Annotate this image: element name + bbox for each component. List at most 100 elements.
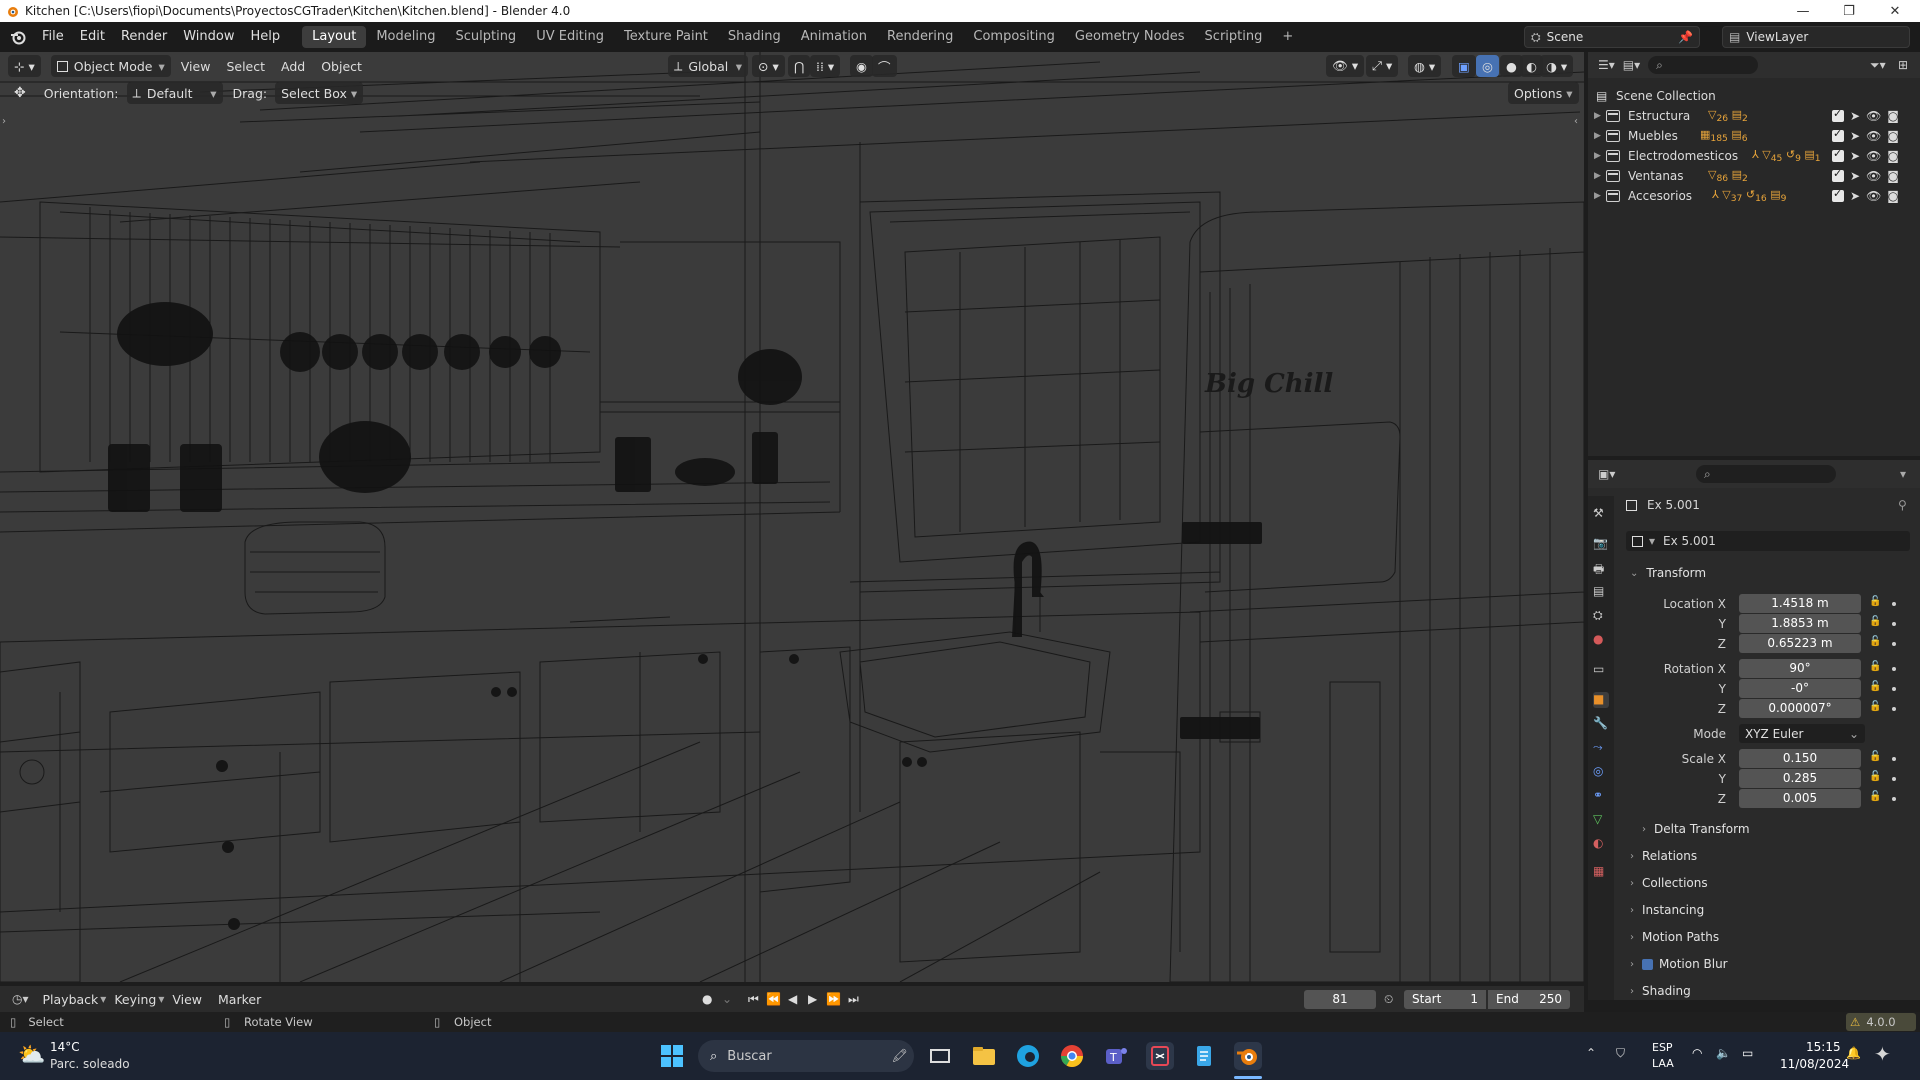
viewport-3d[interactable]: Big Chill ⊹ ▾ Object Mode ▾ View Select … [0,52,1584,982]
instancing-header[interactable]: › Instancing [1630,899,1910,921]
next-keyframe-icon[interactable]: ⏩ [826,992,841,1006]
copilot-icon[interactable]: ✦ [1874,1042,1891,1066]
minimize-button[interactable]: — [1780,0,1826,22]
filter-icon[interactable]: ⏷▾ [1870,58,1886,73]
xray-toggle[interactable]: ▣ [1452,55,1476,77]
motion-paths-header[interactable]: › Motion Paths [1630,926,1910,948]
tab-shading[interactable]: Shading [718,26,791,48]
play-icon[interactable]: ▶ [808,992,817,1006]
weather-temperature[interactable]: 14°C [50,1040,80,1054]
select-arrow-icon[interactable]: ➤ [1850,189,1860,203]
modifier-tab-icon[interactable]: 🔧 [1593,716,1609,732]
constraints-tab-icon[interactable]: ⚭ [1593,788,1609,804]
menu-file[interactable]: File [34,26,72,48]
display-mode-icon[interactable]: ▤▾ [1623,58,1640,72]
lock-icon[interactable]: 🔓 [1869,636,1881,647]
rotation-y-field[interactable]: -0° [1739,679,1861,698]
lock-icon[interactable]: 🔓 [1869,771,1881,782]
overlays-toggle[interactable]: ◍ ▾ [1408,55,1442,77]
chrome-browser-icon[interactable] [1058,1042,1086,1070]
outliner-search-input[interactable]: ⌕ [1648,56,1759,74]
lock-icon[interactable]: 🔓 [1869,681,1881,692]
exclude-checkbox[interactable] [1832,187,1844,202]
tab-layout[interactable]: Layout [302,26,367,48]
blender-menu-icon[interactable] [10,29,26,45]
lock-icon[interactable]: 🔓 [1869,596,1881,607]
wifi-icon[interactable]: ◠ [1692,1046,1702,1060]
outliner-collection-row[interactable]: ▶ Electrodomesticos ⅄ ▽45 ↺9 ▤1 ➤ 👁 ◙ [1588,146,1920,166]
rotation-x-field[interactable]: 90° [1739,659,1861,678]
outliner-collection-row[interactable]: ▶ Ventanas ▽86 ▤2 ➤ 👁 ◙ [1588,166,1920,186]
keyframe-dot-icon[interactable] [1892,622,1896,626]
outliner-collection-row[interactable]: ▶ Accesorios ⅄ ▽37 ↺16 ▤9 ➤ 👁 ◙ [1588,186,1920,206]
rotation-mode-select[interactable]: XYZ Euler ⌄ [1739,724,1865,743]
pivot-point-button[interactable]: ⊙ ▾ [752,55,785,77]
select-arrow-icon[interactable]: ➤ [1850,129,1860,143]
expand-arrow-icon[interactable]: ▶ [1594,151,1606,161]
jump-start-icon[interactable]: ⏮ [748,992,759,1007]
sidebar-toggle-icon[interactable]: ‹ [1574,116,1578,127]
weather-icon[interactable]: ⛅ [18,1043,45,1068]
language-bottom[interactable]: LAA [1652,1057,1674,1070]
exclude-checkbox[interactable] [1832,107,1844,122]
lock-icon[interactable]: 🔓 [1869,661,1881,672]
eye-icon[interactable]: 👁 [1866,109,1881,123]
outliner-editor-icon[interactable]: ☰▾ [1598,58,1615,72]
tab-uv-editing[interactable]: UV Editing [526,26,614,48]
drag-selector[interactable]: Select Box ▾ [275,82,364,104]
data-tab-icon[interactable]: ▽ [1593,812,1609,828]
collections-header[interactable]: › Collections [1630,872,1910,894]
camera-icon[interactable]: ◙ [1887,129,1899,143]
lock-icon[interactable]: 🔓 [1869,701,1881,712]
snap-toggle[interactable]: ⋂ [788,55,811,77]
location-y-field[interactable]: 1.8853 m [1739,614,1861,633]
weather-description[interactable]: Parc. soleado [50,1057,130,1071]
lock-icon[interactable]: 🔓 [1869,616,1881,627]
menu-select[interactable]: Select [218,59,273,74]
keyframe-dot-icon[interactable] [1892,687,1896,691]
blender-taskbar-icon[interactable] [1234,1042,1262,1070]
current-frame-field[interactable]: 81 [1304,989,1376,1009]
preview-range-icon[interactable]: ⏲ [1384,992,1393,1007]
scale-x-field[interactable]: 0.150 [1739,749,1861,768]
eye-icon[interactable]: 👁 [1866,189,1881,203]
output-tab-icon[interactable]: 🖶 [1593,560,1609,576]
timeline-editor-icon[interactable]: ◷▾ [12,992,29,1006]
select-arrow-icon[interactable]: ➤ [1850,169,1860,183]
security-shield-icon[interactable]: ⛉ [1616,1046,1625,1061]
keyframe-dot-icon[interactable] [1892,777,1896,781]
proportional-edit-button[interactable]: ◉ [850,55,873,77]
expand-arrow-icon[interactable]: ▶ [1594,191,1606,201]
task-view-icon[interactable] [926,1042,954,1070]
battery-icon[interactable]: ▭ [1742,1046,1753,1060]
world-tab-icon[interactable]: ● [1593,632,1609,648]
menu-view[interactable]: View [173,59,219,74]
visibility-button[interactable]: 👁 ▾ [1326,55,1365,77]
particles-tab-icon[interactable]: ⤳ [1593,740,1609,756]
keyframe-dot-icon[interactable] [1892,757,1896,761]
camera-icon[interactable]: ◙ [1887,189,1899,203]
tab-geometry-nodes[interactable]: Geometry Nodes [1065,26,1195,48]
pin-icon[interactable]: ⚲ [1898,498,1907,512]
menu-edit[interactable]: Edit [72,26,113,48]
edge-browser-icon[interactable] [1014,1042,1042,1070]
object-tab-icon[interactable]: ■ [1593,692,1609,708]
location-z-field[interactable]: 0.65223 m [1739,634,1861,653]
play-reverse-icon[interactable]: ◀ [788,992,797,1006]
tab-rendering[interactable]: Rendering [877,26,963,48]
tab-sculpting[interactable]: Sculpting [445,26,526,48]
menu-keying[interactable]: Keying [106,992,164,1007]
tab-texture-paint[interactable]: Texture Paint [614,26,718,48]
camera-icon[interactable]: ◙ [1887,109,1899,123]
physics-tab-icon[interactable]: ◎ [1593,764,1609,780]
language-top[interactable]: ESP [1652,1041,1673,1054]
rotation-z-field[interactable]: 0.000007° [1739,699,1861,718]
eye-icon[interactable]: 👁 [1866,129,1881,143]
transform-orientation-selector[interactable]: ⟂ Global ▾ [668,55,748,77]
start-frame-field[interactable]: Start 1 [1404,989,1486,1009]
clock-time[interactable]: 15:15 [1806,1040,1841,1054]
properties-search-input[interactable]: ⌕ [1696,465,1836,483]
shading-wireframe-button[interactable]: ◎ [1476,55,1499,77]
object-datablock-field[interactable]: ▾ Ex 5.001 [1626,531,1910,551]
menu-marker[interactable]: Marker [210,992,269,1007]
